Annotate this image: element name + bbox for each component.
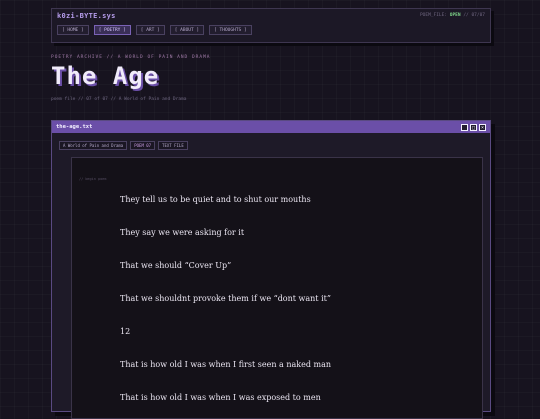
nav-poetry[interactable]: [ POETRY ] — [93, 25, 131, 35]
main-nav: [ HOME ] [ POETRY ] [ ART ] [ ABOUT ] [ … — [57, 25, 252, 35]
collection-button[interactable]: A World of Pain and Drama — [59, 141, 128, 150]
site-logo[interactable]: k0zi-BYTE.sys — [57, 12, 116, 20]
window-toolbar: A World of Pain and Drama POEM 07 TEXT F… — [59, 141, 188, 150]
minimize-icon[interactable]: _ — [461, 123, 468, 131]
poem-body: // begin poem They tell us to be quiet a… — [71, 157, 483, 419]
status-badge: OPEN — [449, 13, 461, 18]
nav-thoughts[interactable]: [ THOUGHTS ] — [209, 25, 252, 35]
page-title: The Age — [51, 62, 160, 90]
poem-meta: poem file // 07 of 07 // A World of Pain… — [51, 97, 187, 102]
breadcrumb: POETRY ARCHIVE // A WORLD OF PAIN AND DR… — [51, 55, 211, 60]
window-controls: _ □ × — [461, 123, 486, 131]
poem-line: That is how old I was when I was exposed… — [120, 393, 321, 402]
file-status: POEM_FILE: OPEN // 07/07 — [420, 13, 485, 18]
poem-line: 12 — [120, 327, 131, 336]
poem-window: the-age.txt _ □ × A World of Pain and Dr… — [51, 120, 491, 419]
nav-about[interactable]: [ ABOUT ] — [169, 25, 205, 35]
nav-home[interactable]: [ HOME ] — [57, 25, 89, 35]
poem-start-label: // begin poem — [79, 177, 107, 181]
site-header: k0zi-BYTE.sys POEM_FILE: OPEN // 07/07 [… — [51, 8, 491, 43]
poem-line: That we shouldnt provoke them if we “don… — [120, 294, 331, 303]
close-icon[interactable]: × — [479, 123, 486, 131]
poem-line: That is how old I was when I first seen … — [120, 360, 332, 369]
poem-line: That we should “Cover Up” — [120, 261, 232, 270]
poem-line: They say we were asking for it — [120, 228, 245, 237]
status-count: // 07/07 — [463, 13, 485, 18]
poem-number-button[interactable]: POEM 07 — [130, 141, 156, 150]
window-titlebar[interactable]: the-age.txt _ □ × — [52, 121, 490, 133]
maximize-icon[interactable]: □ — [470, 123, 477, 131]
poem-line: They tell us to be quiet and to shut our… — [120, 195, 311, 204]
text-file-button[interactable]: TEXT FILE — [158, 141, 188, 150]
nav-art[interactable]: [ ART ] — [135, 25, 165, 35]
window-title: the-age.txt — [56, 124, 93, 130]
status-label: POEM_FILE: — [419, 13, 448, 18]
